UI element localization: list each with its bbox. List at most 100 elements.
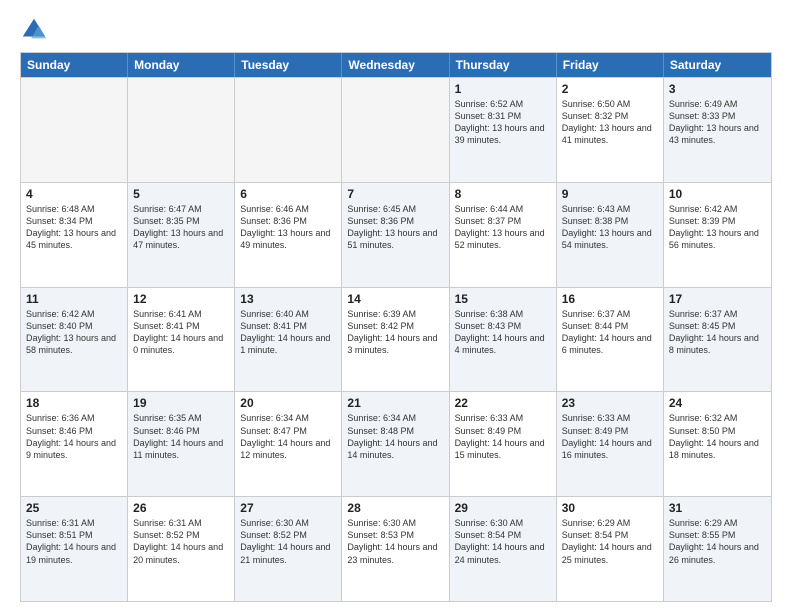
day-info: Sunrise: 6:38 AM Sunset: 8:43 PM Dayligh… [455, 308, 551, 357]
day-cell-31: 31 Sunrise: 6:29 AM Sunset: 8:55 PM Dayli… [664, 497, 771, 601]
day-number: 30 [562, 501, 658, 515]
day-number: 4 [26, 187, 122, 201]
day-number: 3 [669, 82, 766, 96]
day-info: Sunrise: 6:31 AM Sunset: 8:52 PM Dayligh… [133, 517, 229, 566]
day-number: 17 [669, 292, 766, 306]
day-number: 28 [347, 501, 443, 515]
logo [20, 16, 52, 44]
day-cell-24: 24 Sunrise: 6:32 AM Sunset: 8:50 PM Dayli… [664, 392, 771, 496]
day-info: Sunrise: 6:31 AM Sunset: 8:51 PM Dayligh… [26, 517, 122, 566]
day-cell-10: 10 Sunrise: 6:42 AM Sunset: 8:39 PM Dayli… [664, 183, 771, 287]
day-info: Sunrise: 6:42 AM Sunset: 8:40 PM Dayligh… [26, 308, 122, 357]
day-info: Sunrise: 6:33 AM Sunset: 8:49 PM Dayligh… [562, 412, 658, 461]
day-cell-6: 6 Sunrise: 6:46 AM Sunset: 8:36 PM Daylig… [235, 183, 342, 287]
day-number: 23 [562, 396, 658, 410]
day-info: Sunrise: 6:32 AM Sunset: 8:50 PM Dayligh… [669, 412, 766, 461]
calendar: SundayMondayTuesdayWednesdayThursdayFrid… [20, 52, 772, 602]
day-cell-16: 16Sunrise: 6:37 AM Sunset: 8:44 PM Dayli… [557, 288, 664, 392]
day-number: 26 [133, 501, 229, 515]
day-number: 31 [669, 501, 766, 515]
day-info: Sunrise: 6:30 AM Sunset: 8:53 PM Dayligh… [347, 517, 443, 566]
day-cell-18: 18 Sunrise: 6:36 AM Sunset: 8:46 PM Dayli… [21, 392, 128, 496]
day-info: Sunrise: 6:46 AM Sunset: 8:36 PM Dayligh… [240, 203, 336, 252]
day-cell-9: 9Sunrise: 6:43 AM Sunset: 8:38 PM Daylig… [557, 183, 664, 287]
day-info: Sunrise: 6:37 AM Sunset: 8:45 PM Dayligh… [669, 308, 766, 357]
day-cell-14: 14 Sunrise: 6:39 AM Sunset: 8:42 PM Dayli… [342, 288, 449, 392]
day-number: 18 [26, 396, 122, 410]
day-number: 14 [347, 292, 443, 306]
page: SundayMondayTuesdayWednesdayThursdayFrid… [0, 0, 792, 612]
calendar-header: SundayMondayTuesdayWednesdayThursdayFrid… [21, 53, 771, 77]
empty-cell-0-3 [342, 78, 449, 182]
weekday-header-tuesday: Tuesday [235, 53, 342, 77]
calendar-row-3: 18 Sunrise: 6:36 AM Sunset: 8:46 PM Dayli… [21, 391, 771, 496]
day-info: Sunrise: 6:34 AM Sunset: 8:47 PM Dayligh… [240, 412, 336, 461]
day-number: 16 [562, 292, 658, 306]
day-cell-5: 5 Sunrise: 6:47 AM Sunset: 8:35 PM Daylig… [128, 183, 235, 287]
day-info: Sunrise: 6:47 AM Sunset: 8:35 PM Dayligh… [133, 203, 229, 252]
day-cell-29: 29 Sunrise: 6:30 AM Sunset: 8:54 PM Dayli… [450, 497, 557, 601]
empty-cell-0-1 [128, 78, 235, 182]
day-number: 13 [240, 292, 336, 306]
day-cell-3: 3 Sunrise: 6:49 AM Sunset: 8:33 PM Daylig… [664, 78, 771, 182]
day-number: 15 [455, 292, 551, 306]
day-number: 25 [26, 501, 122, 515]
day-number: 9 [562, 187, 658, 201]
header [20, 16, 772, 44]
day-number: 27 [240, 501, 336, 515]
day-cell-17: 17 Sunrise: 6:37 AM Sunset: 8:45 PM Dayli… [664, 288, 771, 392]
calendar-row-1: 4 Sunrise: 6:48 AM Sunset: 8:34 PM Daylig… [21, 182, 771, 287]
weekday-header-saturday: Saturday [664, 53, 771, 77]
day-info: Sunrise: 6:40 AM Sunset: 8:41 PM Dayligh… [240, 308, 336, 357]
day-cell-21: 21Sunrise: 6:34 AM Sunset: 8:48 PM Dayli… [342, 392, 449, 496]
day-number: 2 [562, 82, 658, 96]
day-info: Sunrise: 6:39 AM Sunset: 8:42 PM Dayligh… [347, 308, 443, 357]
day-cell-19: 19Sunrise: 6:35 AM Sunset: 8:46 PM Dayli… [128, 392, 235, 496]
day-info: Sunrise: 6:45 AM Sunset: 8:36 PM Dayligh… [347, 203, 443, 252]
day-number: 8 [455, 187, 551, 201]
weekday-header-sunday: Sunday [21, 53, 128, 77]
day-number: 12 [133, 292, 229, 306]
day-cell-4: 4 Sunrise: 6:48 AM Sunset: 8:34 PM Daylig… [21, 183, 128, 287]
day-number: 24 [669, 396, 766, 410]
weekday-header-thursday: Thursday [450, 53, 557, 77]
day-info: Sunrise: 6:35 AM Sunset: 8:46 PM Dayligh… [133, 412, 229, 461]
day-cell-23: 23 Sunrise: 6:33 AM Sunset: 8:49 PM Dayli… [557, 392, 664, 496]
calendar-body: 1 Sunrise: 6:52 AM Sunset: 8:31 PM Daylig… [21, 77, 771, 601]
day-cell-7: 7Sunrise: 6:45 AM Sunset: 8:36 PM Daylig… [342, 183, 449, 287]
day-cell-27: 27Sunrise: 6:30 AM Sunset: 8:52 PM Dayli… [235, 497, 342, 601]
day-info: Sunrise: 6:36 AM Sunset: 8:46 PM Dayligh… [26, 412, 122, 461]
day-number: 22 [455, 396, 551, 410]
day-cell-20: 20Sunrise: 6:34 AM Sunset: 8:47 PM Dayli… [235, 392, 342, 496]
calendar-row-4: 25 Sunrise: 6:31 AM Sunset: 8:51 PM Dayli… [21, 496, 771, 601]
day-cell-26: 26 Sunrise: 6:31 AM Sunset: 8:52 PM Dayli… [128, 497, 235, 601]
day-info: Sunrise: 6:30 AM Sunset: 8:54 PM Dayligh… [455, 517, 551, 566]
day-cell-1: 1 Sunrise: 6:52 AM Sunset: 8:31 PM Daylig… [450, 78, 557, 182]
day-cell-8: 8 Sunrise: 6:44 AM Sunset: 8:37 PM Daylig… [450, 183, 557, 287]
day-number: 5 [133, 187, 229, 201]
logo-icon [20, 16, 48, 44]
day-info: Sunrise: 6:42 AM Sunset: 8:39 PM Dayligh… [669, 203, 766, 252]
weekday-header-monday: Monday [128, 53, 235, 77]
day-number: 29 [455, 501, 551, 515]
weekday-header-wednesday: Wednesday [342, 53, 449, 77]
day-cell-12: 12Sunrise: 6:41 AM Sunset: 8:41 PM Dayli… [128, 288, 235, 392]
day-cell-11: 11 Sunrise: 6:42 AM Sunset: 8:40 PM Dayli… [21, 288, 128, 392]
day-info: Sunrise: 6:29 AM Sunset: 8:55 PM Dayligh… [669, 517, 766, 566]
day-number: 11 [26, 292, 122, 306]
day-info: Sunrise: 6:33 AM Sunset: 8:49 PM Dayligh… [455, 412, 551, 461]
day-number: 6 [240, 187, 336, 201]
day-info: Sunrise: 6:49 AM Sunset: 8:33 PM Dayligh… [669, 98, 766, 147]
day-number: 10 [669, 187, 766, 201]
day-cell-22: 22 Sunrise: 6:33 AM Sunset: 8:49 PM Dayli… [450, 392, 557, 496]
empty-cell-0-2 [235, 78, 342, 182]
day-cell-28: 28 Sunrise: 6:30 AM Sunset: 8:53 PM Dayli… [342, 497, 449, 601]
day-cell-15: 15 Sunrise: 6:38 AM Sunset: 8:43 PM Dayli… [450, 288, 557, 392]
day-info: Sunrise: 6:48 AM Sunset: 8:34 PM Dayligh… [26, 203, 122, 252]
day-info: Sunrise: 6:44 AM Sunset: 8:37 PM Dayligh… [455, 203, 551, 252]
calendar-row-2: 11 Sunrise: 6:42 AM Sunset: 8:40 PM Dayli… [21, 287, 771, 392]
day-info: Sunrise: 6:29 AM Sunset: 8:54 PM Dayligh… [562, 517, 658, 566]
day-cell-30: 30 Sunrise: 6:29 AM Sunset: 8:54 PM Dayli… [557, 497, 664, 601]
day-info: Sunrise: 6:52 AM Sunset: 8:31 PM Dayligh… [455, 98, 551, 147]
day-number: 1 [455, 82, 551, 96]
